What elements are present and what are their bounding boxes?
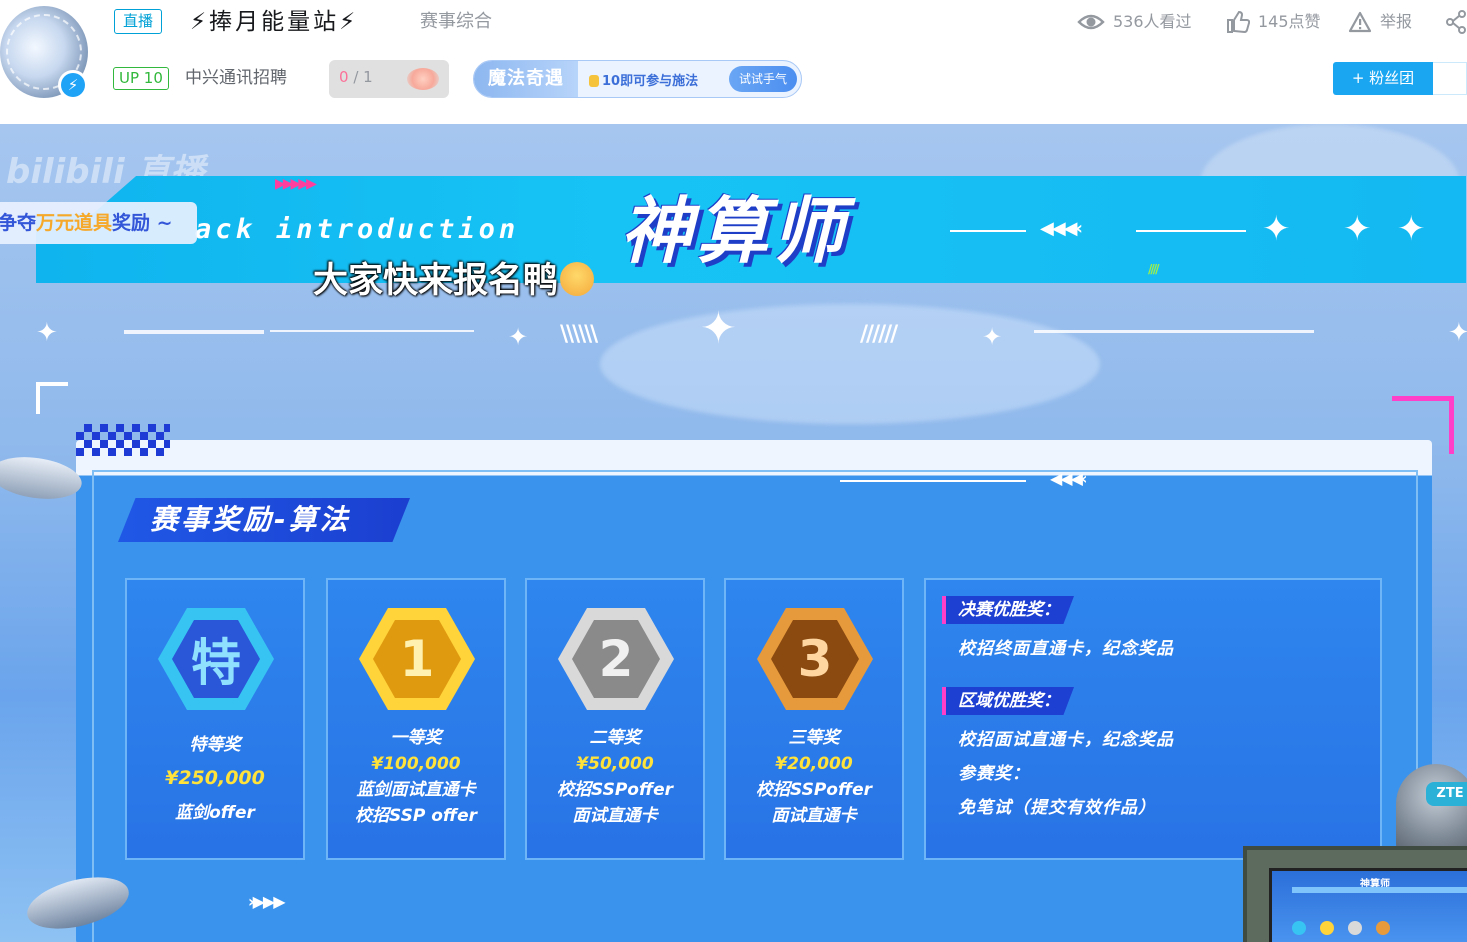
sparkle-icon: ✦	[36, 318, 58, 348]
prize-card-first: 1 一等奖 ¥100,000 蓝剑面试直通卡 校招SSP offer	[326, 578, 506, 860]
arrows-deco: ◀◀◀‹	[1040, 218, 1083, 239]
banner-subtitle: ack introduction	[195, 214, 520, 245]
report-button[interactable]: 举报	[1348, 10, 1412, 34]
prize-name: 三等奖	[788, 728, 840, 748]
arrows-deco: ›▶▶▶	[248, 892, 285, 911]
region-award-text: 校招面试直通卡，纪念奖品	[958, 730, 1174, 750]
prize-line: 校招SSPoffer	[556, 780, 674, 800]
sparkle-icon: ✦	[1397, 209, 1426, 249]
prize-line: 蓝剑面试直通卡	[356, 780, 476, 800]
deco-line	[840, 480, 1026, 482]
prize-amount: ¥100,000	[371, 754, 461, 774]
prize-amount: ¥250,000	[165, 767, 265, 789]
prize-amount: ¥50,000	[576, 754, 654, 774]
section-title: 赛事奖励-算法	[150, 503, 351, 536]
fans-club-button[interactable]: + 粉丝团	[1333, 62, 1433, 95]
views-count: 536人看过	[1113, 12, 1192, 31]
surprised-emoji-icon	[560, 262, 595, 296]
zte-logo: ZTE	[1426, 782, 1467, 806]
thumbs-up-icon	[1227, 11, 1250, 33]
arrows-deco: ◀◀◀‹	[1050, 469, 1087, 488]
fans-club-side[interactable]	[1433, 62, 1467, 95]
banner-title: 神算师	[620, 189, 849, 273]
deco-line	[124, 330, 264, 334]
deco-line	[950, 230, 1026, 232]
coin-icon	[589, 75, 599, 87]
pink-arrows-deco: ▶▶▶▶▶	[275, 176, 317, 192]
deco-line	[270, 330, 474, 332]
sparkle-icon: ✦	[982, 323, 1003, 351]
area-link[interactable]: 赛事综合	[420, 10, 492, 34]
spaceship-image	[0, 451, 85, 505]
checker-deco	[76, 424, 170, 456]
magic-title: 魔法奇遇	[474, 61, 578, 97]
participation-label: 参赛奖：	[958, 764, 1030, 784]
deco-line	[1136, 230, 1246, 232]
mascot-robot-image: ZTE	[1396, 764, 1467, 854]
slashes-deco: //////	[860, 322, 898, 347]
views-stat: 536人看过	[1077, 10, 1192, 34]
prize-line: 面试直通卡	[572, 806, 658, 826]
prize-line: 校招SSP offer	[354, 806, 477, 826]
likes-count: 145点赞	[1258, 12, 1321, 31]
anchor-name[interactable]: 中兴通讯招聘	[185, 66, 287, 90]
final-award-tag: 决赛优胜奖：	[942, 596, 1074, 624]
report-label: 举报	[1380, 12, 1413, 31]
prize-line: 校招SSPoffer	[755, 780, 873, 800]
warning-icon	[1348, 11, 1372, 33]
sparkle-icon: ✦	[1262, 209, 1291, 249]
prize-card-third: 3 三等奖 ¥20,000 校招SSPoffer 面试直通卡	[724, 578, 904, 860]
corner-bracket-deco	[36, 382, 68, 414]
region-award-tag: 区域优胜奖：	[942, 687, 1074, 715]
prize-line: 面试直通卡	[771, 806, 857, 826]
pip-badge	[1320, 921, 1334, 935]
extra-awards-card: 决赛优胜奖： 校招终面直通卡，纪念奖品 区域优胜奖： 校招面试直通卡，纪念奖品 …	[924, 578, 1382, 860]
pip-banner	[1292, 887, 1467, 893]
share-icon	[1446, 10, 1466, 34]
camera-pip[interactable]: 神算师	[1243, 846, 1467, 942]
lottery-widget[interactable]: 0 / 1	[329, 60, 449, 98]
share-button[interactable]	[1446, 10, 1467, 34]
green-slashes-deco: ////	[1148, 262, 1159, 276]
participation-text: 免笔试（提交有效作品）	[958, 798, 1156, 818]
prize-name: 二等奖	[589, 728, 641, 748]
live-stream-player[interactable]: bilibili 直播 ▶▶▶▶▶ ack introduction 神算师 ◀…	[0, 124, 1467, 942]
lottery-count: 0 / 1	[339, 68, 373, 86]
prize-line: 蓝剑offer	[175, 803, 255, 823]
room-title: ⚡捧月能量站⚡	[190, 9, 359, 35]
room-header: ⚡ 直播 ⚡捧月能量站⚡ 赛事综合 536人看过 145点赞 举报 UP 10 …	[0, 0, 1467, 124]
deco-line	[1034, 330, 1314, 333]
prize-amount: ¥20,000	[775, 754, 853, 774]
final-award-text: 校招终面直通卡，纪念奖品	[958, 639, 1174, 659]
up-level-badge: UP 10	[113, 67, 169, 90]
promo-marquee: 争夺万元道具奖励 ~	[0, 202, 197, 244]
live-tag: 直播	[114, 9, 163, 34]
pip-badge	[1376, 921, 1390, 935]
prize-card-special: 特 特等奖 ¥250,000 蓝剑offer	[125, 578, 305, 860]
eye-icon	[1077, 14, 1105, 30]
brain-orb-icon	[407, 68, 439, 90]
sparkle-icon: ✦	[700, 303, 737, 354]
prize-card-second: 2 二等奖 ¥50,000 校招SSPoffer 面试直通卡	[525, 578, 705, 860]
prize-name: 特等奖	[189, 735, 241, 755]
like-button[interactable]: 145点赞	[1226, 10, 1321, 34]
try-luck-button[interactable]: 试试手气	[728, 66, 797, 92]
danmaku-message: 大家快来报名鸭	[313, 256, 595, 306]
slashes-deco: \\\\\\	[560, 322, 598, 347]
pip-badge	[1292, 921, 1306, 935]
sparkle-icon: ✦	[1448, 318, 1467, 348]
magic-hint: 10即可参与施法	[589, 70, 698, 89]
sparkle-icon: ✦	[508, 323, 529, 351]
lightning-badge-icon: ⚡	[58, 70, 88, 100]
prize-name: 一等奖	[390, 728, 442, 748]
bg-glow	[600, 304, 1100, 424]
sparkle-icon: ✦	[1343, 209, 1372, 249]
magic-encounter-widget[interactable]: 魔法奇遇 10即可参与施法 试试手气	[473, 60, 802, 98]
pip-badge	[1348, 921, 1362, 935]
anchor-avatar[interactable]: ⚡	[0, 6, 88, 100]
pip-screen: 神算师	[1269, 868, 1467, 942]
